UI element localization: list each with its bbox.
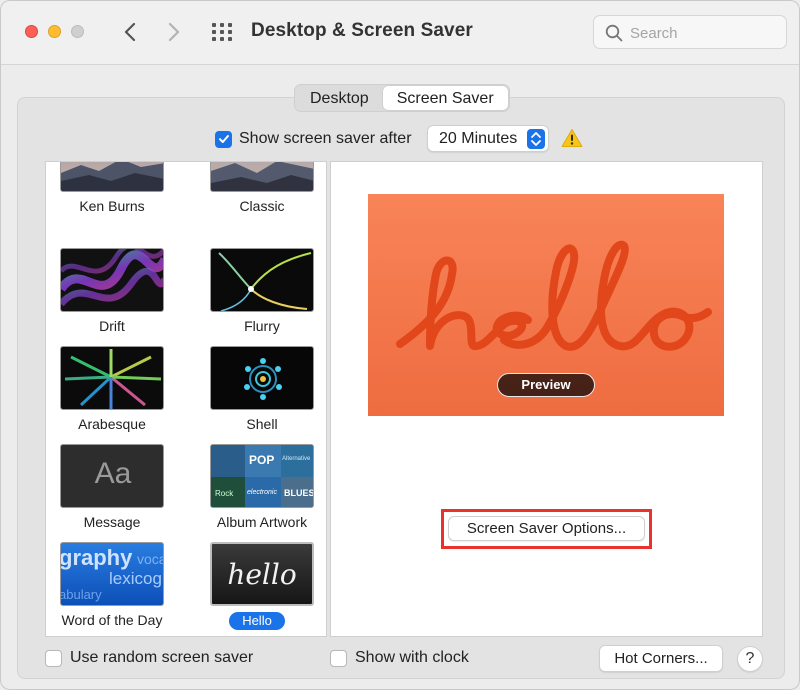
saver-arabesque[interactable]: Arabesque xyxy=(46,346,176,444)
saver-label: Word of the Day xyxy=(61,612,163,628)
hello-thumb-text: hello xyxy=(227,558,297,591)
saver-ken-burns[interactable]: Ken Burns xyxy=(46,162,176,226)
search-icon xyxy=(605,24,623,42)
shell-thumbnail xyxy=(210,346,314,410)
minimize-window-button[interactable] xyxy=(48,25,61,38)
word-of-the-day-thumbnail: graphy voca lexicog abulary xyxy=(60,542,164,606)
saver-label: Album Artwork xyxy=(216,514,308,530)
saver-label: Drift xyxy=(99,318,125,334)
show-all-grid-icon[interactable] xyxy=(211,22,233,42)
arabesque-thumbnail xyxy=(60,346,164,410)
album-tile-text: BLUES xyxy=(284,488,314,498)
word-thumb-text: abulary xyxy=(60,587,102,602)
message-thumbnail: Aa xyxy=(60,444,164,508)
drift-thumbnail xyxy=(60,248,164,312)
saver-label: Arabesque xyxy=(78,416,146,432)
flurry-thumbnail xyxy=(210,248,314,312)
tab-bar: Desktop Screen Saver xyxy=(294,84,510,112)
word-thumb-text: lexicog xyxy=(109,569,162,588)
show-after-label: Show screen saver after xyxy=(239,130,412,147)
saver-flurry[interactable]: Flurry xyxy=(196,248,326,346)
back-button[interactable] xyxy=(117,18,143,46)
duration-popup[interactable]: 20 Minutes xyxy=(427,125,549,152)
random-saver-row: Use random screen saver xyxy=(45,649,253,667)
saver-album-artwork[interactable]: POP Alternative Rock electronic BLUES Al… xyxy=(196,444,326,542)
show-clock-label: Show with clock xyxy=(355,649,469,666)
show-clock-checkbox[interactable] xyxy=(330,649,347,667)
saver-label: Shell xyxy=(246,416,278,432)
saver-label: Ken Burns xyxy=(79,198,145,214)
word-thumb-text: voca xyxy=(137,551,164,567)
word-thumb-text: graphy xyxy=(60,545,133,570)
show-after-checkbox[interactable] xyxy=(215,130,232,148)
duration-value: 20 Minutes xyxy=(439,130,518,147)
preview-button[interactable]: Preview xyxy=(497,373,595,397)
chevron-left-icon xyxy=(124,22,136,42)
album-tile xyxy=(211,445,245,477)
tab-desktop[interactable]: Desktop xyxy=(296,86,383,110)
zoom-window-button[interactable] xyxy=(71,25,84,38)
show-clock-row: Show with clock xyxy=(330,649,469,667)
help-button[interactable]: ? xyxy=(737,646,763,672)
chevron-right-icon xyxy=(168,22,180,42)
album-tile: BLUES xyxy=(281,477,314,507)
saver-shell[interactable]: Shell xyxy=(196,346,326,444)
titlebar: Desktop & Screen Saver xyxy=(1,1,799,65)
checkmark-icon xyxy=(218,135,229,143)
saver-label-selected: Hello xyxy=(229,612,285,630)
message-thumb-text: Aa xyxy=(94,457,132,490)
screen-saver-list[interactable]: Ken Burns Classic Drift Flurry Arabesque… xyxy=(45,161,327,637)
forward-button[interactable] xyxy=(161,18,187,46)
close-window-button[interactable] xyxy=(25,25,38,38)
album-tile-text: Rock xyxy=(215,489,234,498)
album-tile: Alternative xyxy=(281,445,313,477)
saver-label: Message xyxy=(83,514,141,530)
window-title: Desktop & Screen Saver xyxy=(251,20,473,41)
random-saver-label: Use random screen saver xyxy=(70,649,254,666)
album-tile: Rock xyxy=(211,477,245,507)
album-tile: POP xyxy=(245,445,281,477)
screen-saver-options-button[interactable]: Screen Saver Options... xyxy=(448,516,645,541)
warning-triangle-icon[interactable] xyxy=(561,128,583,148)
hot-corners-button[interactable]: Hot Corners... xyxy=(599,645,723,672)
saver-drift[interactable]: Drift xyxy=(46,248,176,346)
popup-arrows-icon xyxy=(527,129,545,149)
search-input[interactable] xyxy=(630,23,780,43)
saver-message[interactable]: Aa Message xyxy=(46,444,176,542)
saver-label: Classic xyxy=(239,198,285,214)
album-tile: electronic xyxy=(245,477,281,507)
tab-screen-saver[interactable]: Screen Saver xyxy=(382,86,508,110)
saver-word-of-the-day[interactable]: graphy voca lexicog abulary Word of the … xyxy=(46,542,176,636)
random-saver-checkbox[interactable] xyxy=(45,649,62,667)
saver-label: Flurry xyxy=(244,318,280,334)
show-after-row: Show screen saver after xyxy=(215,125,412,153)
album-tile-text: electronic xyxy=(247,489,277,496)
saver-classic[interactable]: Classic xyxy=(196,162,326,226)
ken-burns-thumbnail xyxy=(60,162,164,192)
album-tile-text: Alternative xyxy=(282,456,311,462)
album-artwork-thumbnail: POP Alternative Rock electronic BLUES xyxy=(210,444,314,508)
album-tile-text: POP xyxy=(249,453,275,467)
saver-hello[interactable]: hello Hello xyxy=(196,542,326,636)
hello-thumbnail: hello xyxy=(210,542,314,606)
classic-thumbnail xyxy=(210,162,314,192)
preferences-window: Desktop & Screen Saver Desktop Screen Sa… xyxy=(0,0,800,690)
search-field[interactable] xyxy=(593,15,787,49)
